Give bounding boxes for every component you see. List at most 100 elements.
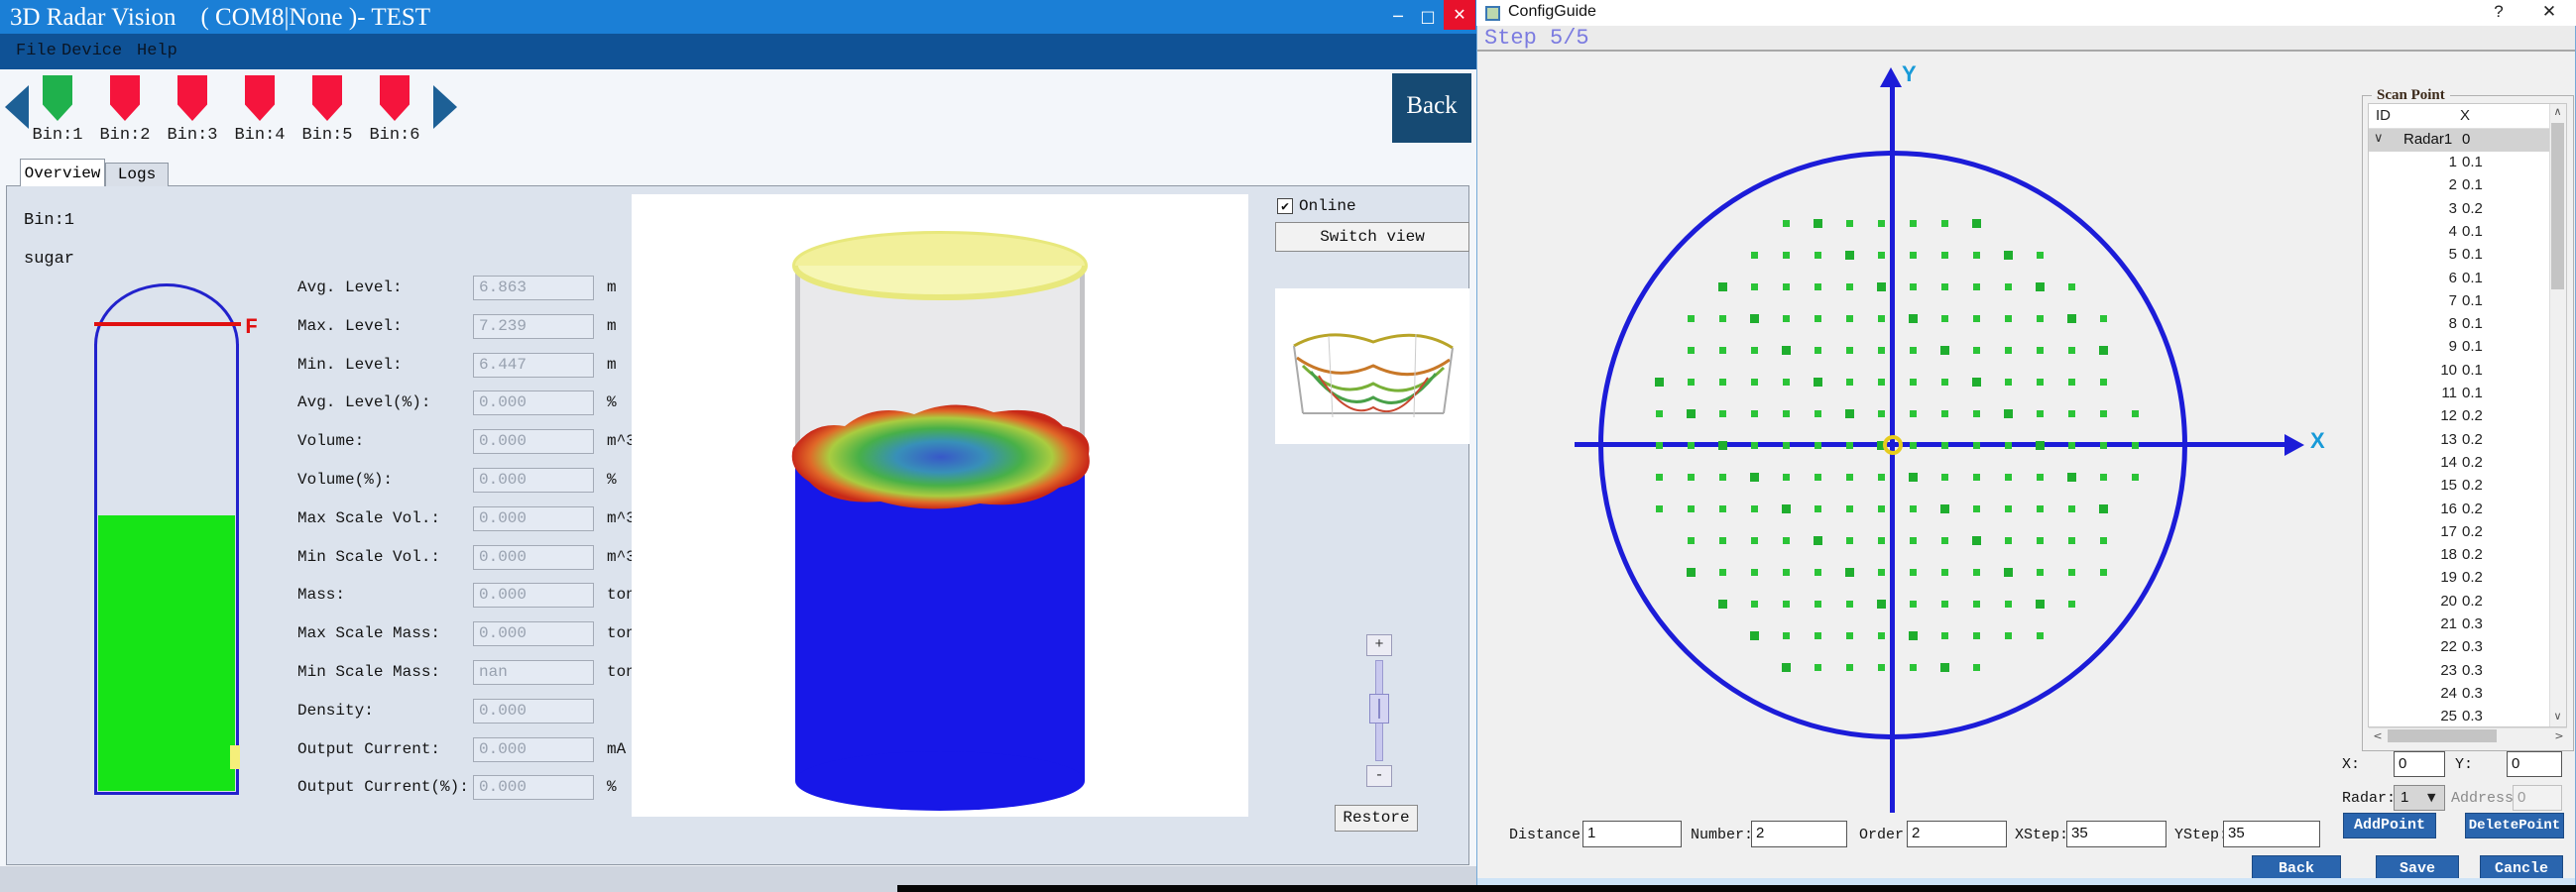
field-value-8[interactable]: 0.000 bbox=[473, 583, 594, 608]
maximize-icon[interactable]: □ bbox=[1414, 5, 1442, 29]
field-value-11[interactable]: 0.000 bbox=[473, 699, 594, 724]
field-value-5[interactable]: 0.000 bbox=[473, 468, 594, 493]
scan-row-radar1[interactable] bbox=[2369, 129, 2549, 152]
scan-row-x-5[interactable]: 0.1 bbox=[2462, 246, 2483, 263]
scan-row-x-10[interactable]: 0.1 bbox=[2462, 362, 2483, 379]
back-button[interactable]: Back bbox=[1392, 73, 1471, 143]
scan-row-id-2[interactable]: 2 bbox=[2419, 176, 2457, 193]
scan-row-x-14[interactable]: 0.2 bbox=[2462, 454, 2483, 471]
scan-row-x-1[interactable]: 0.1 bbox=[2462, 154, 2483, 170]
menu-file[interactable]: File bbox=[10, 34, 62, 69]
scan-row-id-15[interactable]: 15 bbox=[2419, 477, 2457, 494]
scan-row-id-21[interactable]: 21 bbox=[2419, 615, 2457, 632]
scan-row-x-3[interactable]: 0.2 bbox=[2462, 200, 2483, 217]
next-bin-arrow-icon[interactable] bbox=[433, 85, 457, 129]
field-value-13[interactable]: 0.000 bbox=[473, 775, 594, 800]
scan-row-x-17[interactable]: 0.2 bbox=[2462, 523, 2483, 540]
scan-row-x-22[interactable]: 0.3 bbox=[2462, 638, 2483, 655]
scan-row-x-19[interactable]: 0.2 bbox=[2462, 569, 2483, 586]
scan-row-id-23[interactable]: 23 bbox=[2419, 662, 2457, 679]
dialog-close-icon[interactable]: ✕ bbox=[2534, 2, 2564, 24]
previous-bin-arrow-icon[interactable] bbox=[5, 85, 29, 129]
scan-row-x-6[interactable]: 0.1 bbox=[2462, 270, 2483, 286]
help-icon[interactable]: ? bbox=[2484, 2, 2514, 24]
zoom-out-button[interactable]: - bbox=[1366, 765, 1392, 787]
vertical-scrollbar-thumb[interactable] bbox=[2551, 123, 2564, 289]
column-header-id[interactable]: ID bbox=[2376, 107, 2391, 124]
switch-view-button[interactable]: Switch view bbox=[1275, 222, 1469, 252]
field-value-0[interactable]: 6.863 bbox=[473, 276, 594, 300]
tab-logs[interactable]: Logs bbox=[105, 163, 169, 186]
tree-chevron-icon[interactable]: ∨ bbox=[2374, 130, 2384, 146]
zoom-in-button[interactable]: + bbox=[1366, 634, 1392, 656]
field-value-3[interactable]: 0.000 bbox=[473, 390, 594, 415]
radar-select[interactable]: 1 bbox=[2394, 785, 2445, 811]
y-field[interactable]: 0 bbox=[2507, 751, 2562, 777]
scan-row-id-22[interactable]: 22 bbox=[2419, 638, 2457, 655]
scan-row-x-24[interactable]: 0.3 bbox=[2462, 685, 2483, 702]
chevron-down-icon[interactable]: ▼ bbox=[2427, 791, 2435, 804]
menu-help[interactable]: Help bbox=[131, 34, 183, 69]
scroll-right-icon[interactable]: > bbox=[2551, 729, 2567, 744]
column-header-x[interactable]: X bbox=[2460, 107, 2470, 124]
surface-thumbnail-panel[interactable] bbox=[1275, 288, 1469, 444]
scan-row-x-8[interactable]: 0.1 bbox=[2462, 315, 2483, 332]
menu-device[interactable]: Device bbox=[56, 34, 128, 69]
delete-point-button[interactable]: DeletePoint bbox=[2465, 813, 2564, 838]
param-input-2[interactable]: 2 bbox=[1907, 821, 2007, 847]
scan-row-id-12[interactable]: 12 bbox=[2419, 407, 2457, 424]
scan-row-id-18[interactable]: 18 bbox=[2419, 546, 2457, 563]
scan-row-id-3[interactable]: 3 bbox=[2419, 200, 2457, 217]
field-value-6[interactable]: 0.000 bbox=[473, 506, 594, 531]
scan-row-x-11[interactable]: 0.1 bbox=[2462, 385, 2483, 401]
scan-row-id-8[interactable]: 8 bbox=[2419, 315, 2457, 332]
scan-row-id-17[interactable]: 17 bbox=[2419, 523, 2457, 540]
scroll-up-icon[interactable]: ∧ bbox=[2549, 105, 2566, 122]
scan-row-x-21[interactable]: 0.3 bbox=[2462, 615, 2483, 632]
minimize-icon[interactable]: ─ bbox=[1384, 5, 1412, 29]
scroll-down-icon[interactable]: ∨ bbox=[2549, 710, 2566, 726]
scan-row-x-12[interactable]: 0.2 bbox=[2462, 407, 2483, 424]
restore-button[interactable]: Restore bbox=[1335, 805, 1418, 832]
scan-row-id-5[interactable]: 5 bbox=[2419, 246, 2457, 263]
scan-row-x-13[interactable]: 0.2 bbox=[2462, 431, 2483, 448]
field-value-7[interactable]: 0.000 bbox=[473, 545, 594, 570]
scan-row-x-15[interactable]: 0.2 bbox=[2462, 477, 2483, 494]
scan-row-id-20[interactable]: 20 bbox=[2419, 593, 2457, 610]
field-value-1[interactable]: 7.239 bbox=[473, 314, 594, 339]
scan-row-x-20[interactable]: 0.2 bbox=[2462, 593, 2483, 610]
scan-row-id-19[interactable]: 19 bbox=[2419, 569, 2457, 586]
scan-row-id-24[interactable]: 24 bbox=[2419, 685, 2457, 702]
silo-3d-view[interactable] bbox=[632, 194, 1248, 817]
tab-overview[interactable]: Overview bbox=[20, 159, 105, 186]
scroll-left-icon[interactable]: < bbox=[2370, 729, 2386, 744]
field-value-10[interactable]: nan bbox=[473, 660, 594, 685]
field-value-2[interactable]: 6.447 bbox=[473, 353, 594, 378]
scan-row-x-7[interactable]: 0.1 bbox=[2462, 292, 2483, 309]
add-point-button[interactable]: AddPoint bbox=[2343, 813, 2436, 838]
scan-row-x-9[interactable]: 0.1 bbox=[2462, 338, 2483, 355]
scan-row-id-6[interactable]: 6 bbox=[2419, 270, 2457, 286]
field-value-12[interactable]: 0.000 bbox=[473, 737, 594, 762]
scan-row-id-14[interactable]: 14 bbox=[2419, 454, 2457, 471]
scan-row-id-9[interactable]: 9 bbox=[2419, 338, 2457, 355]
online-checkbox[interactable]: ✔ bbox=[1277, 198, 1293, 214]
scan-row-id-10[interactable]: 10 bbox=[2419, 362, 2457, 379]
scan-row-x-2[interactable]: 0.1 bbox=[2462, 176, 2483, 193]
scan-row-id-4[interactable]: 4 bbox=[2419, 223, 2457, 240]
param-input-3[interactable]: 35 bbox=[2066, 821, 2166, 847]
scan-row-x-16[interactable]: 0.2 bbox=[2462, 501, 2483, 517]
param-input-1[interactable]: 2 bbox=[1751, 821, 1847, 847]
scan-row-id-16[interactable]: 16 bbox=[2419, 501, 2457, 517]
param-input-0[interactable]: 1 bbox=[1582, 821, 1682, 847]
scan-row-x-25[interactable]: 0.3 bbox=[2462, 708, 2483, 725]
zoom-slider-handle[interactable] bbox=[1369, 694, 1389, 724]
scan-row-id-11[interactable]: 11 bbox=[2419, 385, 2457, 401]
scan-row-id-1[interactable]: 1 bbox=[2419, 154, 2457, 170]
scan-row-x-23[interactable]: 0.3 bbox=[2462, 662, 2483, 679]
close-icon[interactable]: ✕ bbox=[1444, 0, 1475, 30]
radar-center-marker[interactable] bbox=[1883, 435, 1903, 455]
scan-row-id-25[interactable]: 25 bbox=[2419, 708, 2457, 725]
configguide-titlebar[interactable] bbox=[1476, 0, 2576, 26]
field-value-9[interactable]: 0.000 bbox=[473, 621, 594, 646]
